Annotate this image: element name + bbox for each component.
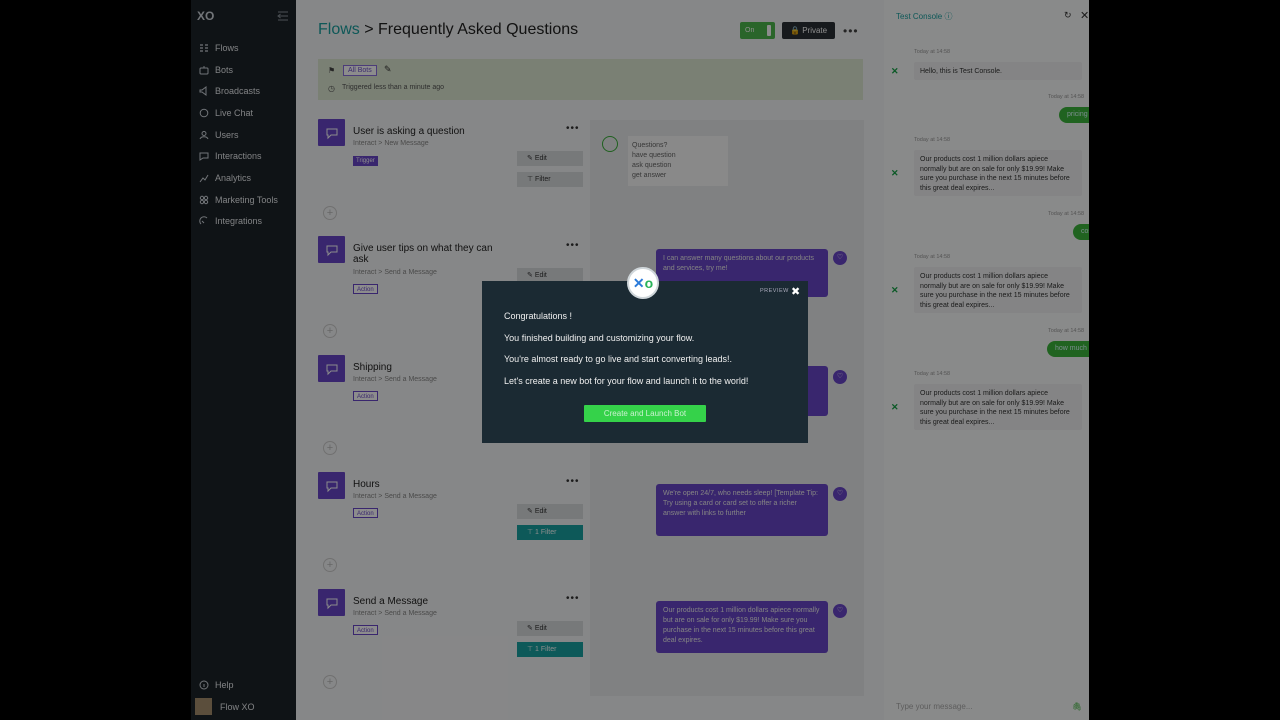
flowxo-logo-badge: ✕ o [627, 267, 659, 299]
modal-text: You finished building and customizing yo… [504, 333, 695, 343]
app-window: XO Flows Bots Broadcasts Live Chat Users… [191, 0, 1089, 720]
modal-text: You're almost ready to go live and start… [504, 354, 733, 364]
congratulations-modal: ✕ o PREVIEW ✖ Congratulations ! You finis… [482, 267, 808, 443]
create-and-launch-bot-button[interactable]: Create and Launch Bot [584, 405, 706, 422]
modal-heading: Congratulations ! [504, 311, 573, 321]
preview-label: PREVIEW [760, 288, 789, 294]
modal-text: Let's create a new bot for your flow and… [504, 376, 749, 386]
close-modal-icon[interactable]: ✖ [791, 285, 800, 298]
